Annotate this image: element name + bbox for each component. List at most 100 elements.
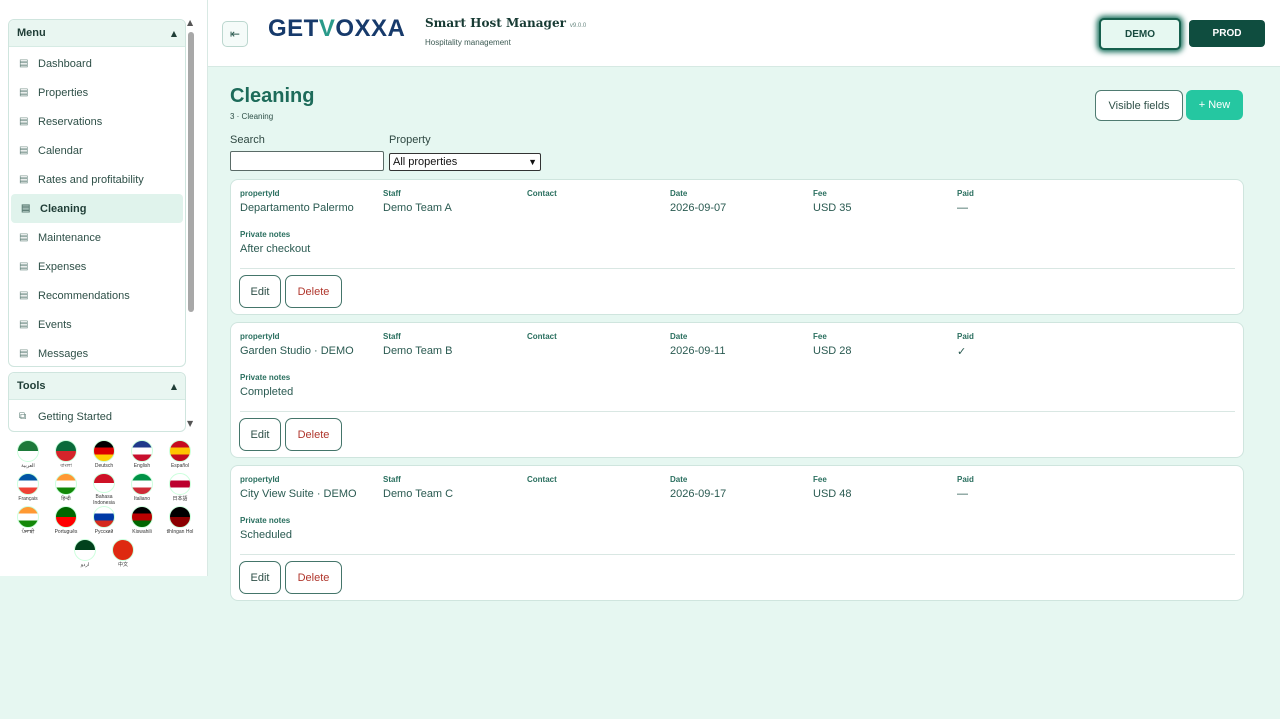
- property-filter-select[interactable]: All properties ▼: [389, 153, 541, 171]
- sidebar-item-label: Maintenance: [38, 231, 101, 244]
- list-icon: ▤: [21, 203, 31, 214]
- divider: [240, 411, 1235, 412]
- flag-icon: [169, 473, 191, 495]
- visible-fields-button[interactable]: Visible fields: [1095, 90, 1183, 121]
- scroll-up-arrow-icon[interactable]: ▲: [187, 18, 193, 27]
- property-filter-value: All properties: [393, 156, 458, 168]
- new-cleaning-button[interactable]: + New: [1186, 90, 1243, 120]
- divider: [240, 268, 1235, 269]
- language-option[interactable]: tlhIngan Hol: [161, 506, 199, 539]
- edit-button[interactable]: Edit: [239, 275, 281, 308]
- demo-mode-button[interactable]: DEMO: [1099, 18, 1181, 50]
- sidebar-item-properties[interactable]: ▤ Properties: [9, 78, 185, 107]
- language-label: 日本語: [172, 496, 188, 502]
- language-option[interactable]: اردو: [66, 539, 104, 572]
- field-value: Garden Studio · DEMO: [240, 345, 354, 357]
- field-value: 2026-09-11: [670, 345, 726, 357]
- field-value: Scheduled: [240, 529, 292, 541]
- language-option[interactable]: Português: [47, 506, 85, 539]
- cleaning-card: propertyId City View Suite · DEMO Staff Dem…: [230, 465, 1244, 601]
- language-option[interactable]: ਪੰਜਾਬੀ: [9, 506, 47, 539]
- app-title-text: Smart Host Manager: [425, 16, 566, 30]
- field-value: —: [957, 202, 968, 214]
- language-label: Français: [18, 496, 38, 502]
- field-fee: Fee USD 28: [813, 332, 852, 357]
- flag-icon: [55, 440, 77, 462]
- app-subtitle: Hospitality management: [425, 38, 511, 47]
- edit-button[interactable]: Edit: [239, 418, 281, 451]
- language-option[interactable]: Bahasa Indonesia: [85, 473, 123, 506]
- sidebar-item-events[interactable]: ▤ Events: [9, 310, 185, 339]
- language-option[interactable]: Русский: [85, 506, 123, 539]
- app-title: Smart Host Manager v9.0.0: [425, 16, 586, 30]
- sidebar-item-getting-started[interactable]: ⧉ Getting Started: [9, 402, 185, 431]
- sidebar-item-expenses[interactable]: ▤ Expenses: [9, 252, 185, 281]
- app-version: v9.0.0: [569, 23, 587, 29]
- field-contact: Contact: [527, 189, 557, 202]
- language-option[interactable]: 日本語: [161, 473, 199, 506]
- cleaning-card: propertyId Garden Studio · DEMO Staff Demo …: [230, 322, 1244, 458]
- sidebar-item-calendar[interactable]: ▤ Calendar: [9, 136, 185, 165]
- field-label: Fee: [813, 189, 827, 198]
- field-value: USD 35: [813, 202, 852, 214]
- language-option[interactable]: Français: [9, 473, 47, 506]
- tools-section: Tools ▲ ⧉ Getting Started: [8, 372, 186, 432]
- language-option[interactable]: 中文: [104, 539, 142, 572]
- sidebar-item-dashboard[interactable]: ▤ Dashboard: [9, 49, 185, 78]
- field-value: City View Suite · DEMO: [240, 488, 357, 500]
- field-label: Staff: [383, 332, 401, 341]
- language-label: ਪੰਜਾਬੀ: [21, 529, 35, 535]
- language-option[interactable]: English: [123, 440, 161, 473]
- field-value: Completed: [240, 386, 294, 398]
- menu-section-header[interactable]: Menu ▲: [9, 20, 185, 47]
- prod-mode-button[interactable]: PROD: [1189, 20, 1265, 47]
- field-paid: Paid —: [957, 189, 974, 214]
- sidebar-item-label: Getting Started: [38, 410, 112, 423]
- language-option[interactable]: Deutsch: [85, 440, 123, 473]
- sidebar-scrollbar[interactable]: ▲ ▼: [186, 18, 196, 428]
- field-label: Paid: [957, 332, 974, 341]
- language-label: Español: [170, 463, 190, 469]
- logo-text-v: V: [318, 15, 336, 42]
- language-option[interactable]: हिन्दी: [47, 473, 85, 506]
- flag-icon: [131, 506, 153, 528]
- delete-button[interactable]: Delete: [285, 561, 342, 594]
- list-icon: ▤: [19, 290, 29, 301]
- delete-button[interactable]: Delete: [285, 275, 342, 308]
- sidebar-item-label: Expenses: [38, 260, 87, 273]
- delete-button[interactable]: Delete: [285, 418, 342, 451]
- sidebar: Menu ▲ ▤ Dashboard ▤ Properties ▤ Reservation…: [0, 0, 208, 576]
- field-label: Staff: [383, 189, 401, 198]
- language-label: Italiano: [133, 496, 151, 502]
- sidebar-item-rates-and-profitability[interactable]: ▤ Rates and profitability: [9, 165, 185, 194]
- field-date: Date 2026-09-07: [670, 189, 726, 214]
- field-label: Fee: [813, 332, 827, 341]
- language-option[interactable]: Kiswahili: [123, 506, 161, 539]
- sidebar-item-cleaning[interactable]: ▤ Cleaning: [11, 194, 183, 223]
- sidebar-item-reservations[interactable]: ▤ Reservations: [9, 107, 185, 136]
- tools-section-header[interactable]: Tools ▲: [9, 373, 185, 400]
- language-label: tlhIngan Hol: [166, 529, 194, 535]
- field-label: Paid: [957, 189, 974, 198]
- language-option[interactable]: Italiano: [123, 473, 161, 506]
- scroll-down-arrow-icon[interactable]: ▼: [187, 419, 193, 428]
- language-selector: العربية বাংলা Deutsch English Español Françai…: [8, 440, 200, 572]
- language-option[interactable]: বাংলা: [47, 440, 85, 473]
- sidebar-toggle-button[interactable]: ⇤: [222, 21, 248, 47]
- search-input[interactable]: [230, 151, 384, 171]
- scroll-thumb[interactable]: [188, 32, 194, 312]
- field-value: 2026-09-17: [670, 488, 727, 500]
- language-option[interactable]: Español: [161, 440, 199, 473]
- list-icon: ▤: [19, 261, 29, 272]
- edit-button[interactable]: Edit: [239, 561, 281, 594]
- sidebar-item-messages[interactable]: ▤ Messages: [9, 339, 185, 368]
- flag-icon: [93, 473, 115, 493]
- collapse-caret-icon[interactable]: ▲: [171, 29, 177, 38]
- field-label: Contact: [527, 189, 557, 198]
- language-option[interactable]: العربية: [9, 440, 47, 473]
- collapse-caret-icon[interactable]: ▲: [171, 382, 177, 391]
- sidebar-item-maintenance[interactable]: ▤ Maintenance: [9, 223, 185, 252]
- sidebar-item-label: Events: [38, 318, 72, 331]
- language-label: العربية: [21, 463, 35, 469]
- sidebar-item-recommendations[interactable]: ▤ Recommendations: [9, 281, 185, 310]
